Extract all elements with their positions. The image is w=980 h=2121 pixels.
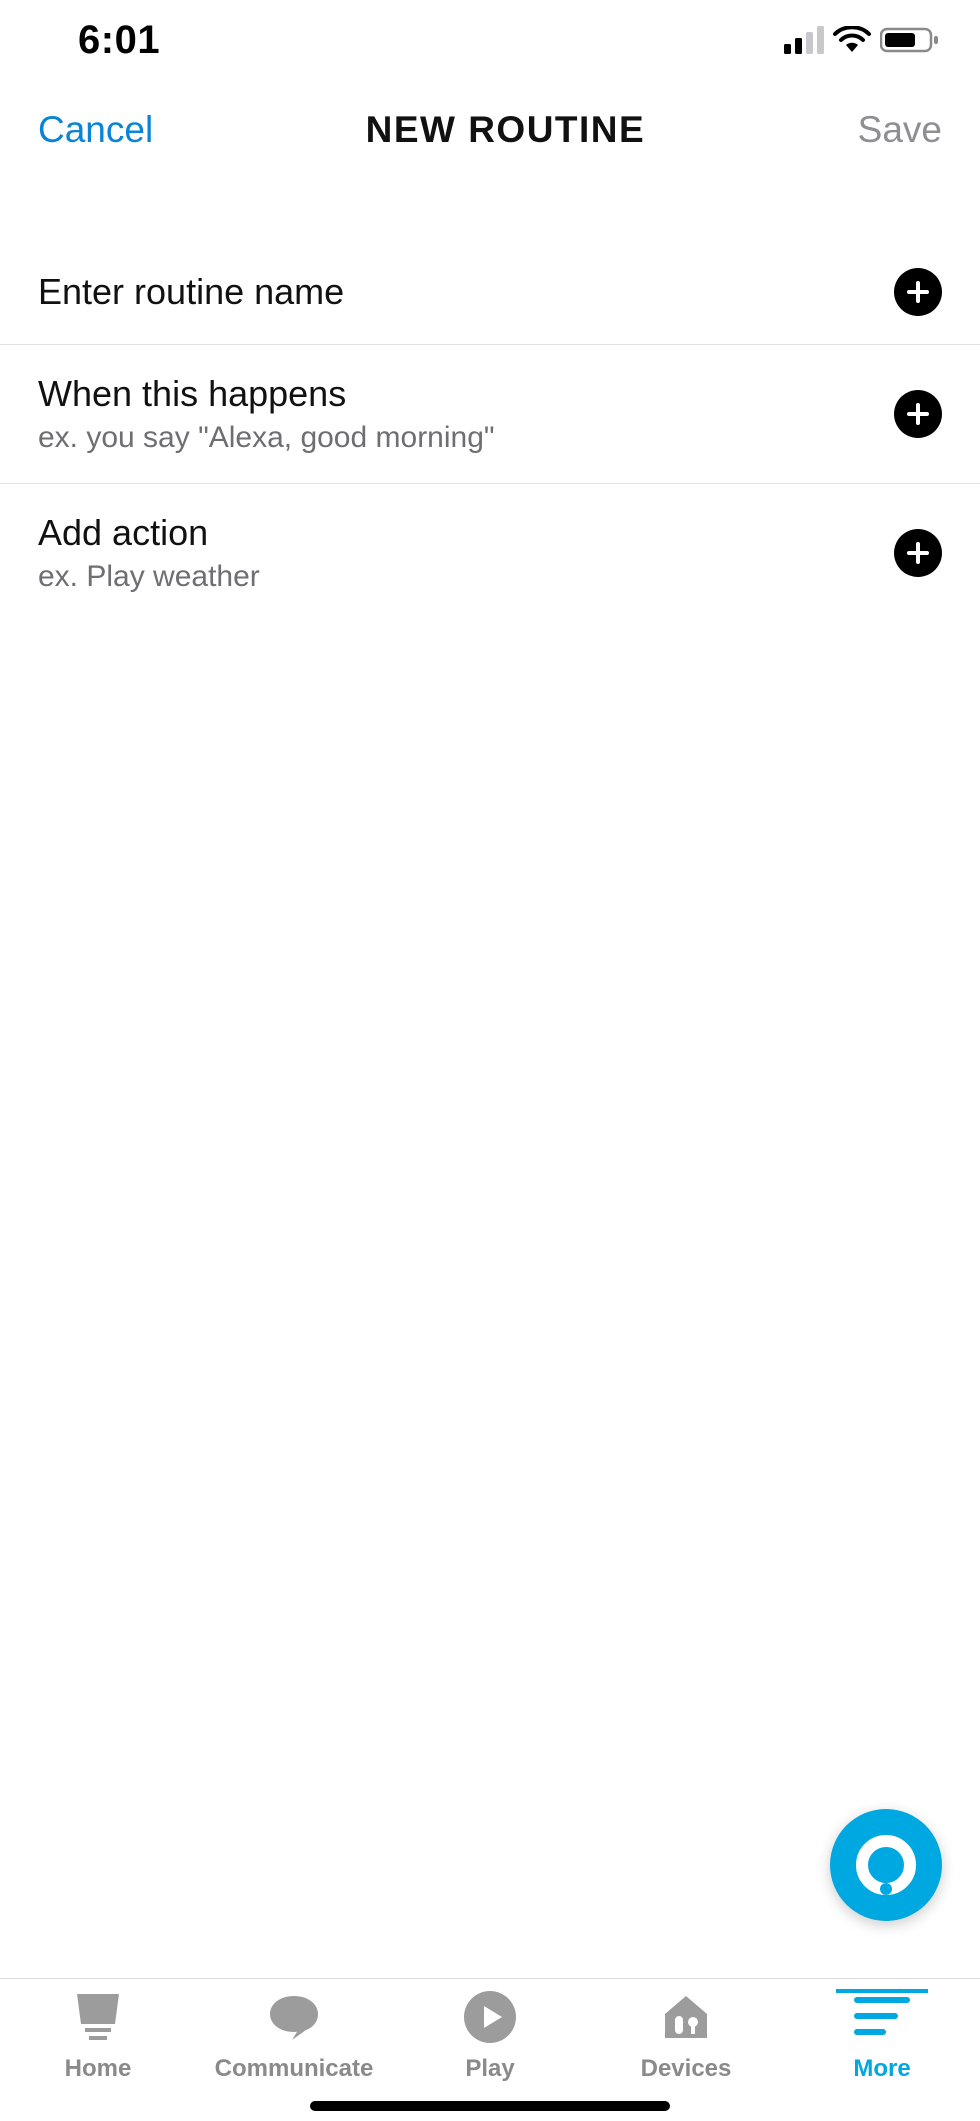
action-example: ex. Play weather	[38, 560, 260, 594]
trigger-label: When this happens	[38, 373, 495, 415]
alexa-ring-icon	[852, 1831, 920, 1899]
status-right	[784, 26, 940, 54]
plus-icon	[906, 402, 930, 426]
trigger-row[interactable]: When this happens ex. you say "Alexa, go…	[0, 345, 980, 484]
tab-communicate[interactable]: Communicate	[196, 1991, 392, 2083]
menu-icon	[854, 1997, 910, 2042]
plus-icon	[906, 541, 930, 565]
cellular-icon	[784, 26, 824, 54]
tab-home[interactable]: Home	[0, 1991, 196, 2083]
plus-icon	[906, 280, 930, 304]
tab-play-label: Play	[465, 2055, 514, 2083]
tab-play[interactable]: Play	[392, 1991, 588, 2083]
alexa-voice-button[interactable]	[830, 1809, 942, 1921]
tab-more-label: More	[853, 2055, 910, 2083]
add-trigger-button[interactable]	[894, 390, 942, 438]
tab-devices[interactable]: Devices	[588, 1991, 784, 2083]
content: Enter routine name When this happens ex.…	[0, 180, 980, 622]
save-button[interactable]: Save	[858, 109, 942, 151]
wifi-icon	[832, 26, 872, 54]
status-bar: 6:01	[0, 0, 980, 80]
action-label: Add action	[38, 512, 260, 554]
chat-icon	[268, 1994, 320, 2045]
nav-bar: Cancel NEW ROUTINE Save	[0, 80, 980, 180]
tab-home-label: Home	[65, 2055, 132, 2083]
add-action-button[interactable]	[894, 529, 942, 577]
battery-icon	[880, 26, 940, 54]
tab-devices-label: Devices	[641, 2055, 732, 2083]
tab-more[interactable]: More	[784, 1991, 980, 2083]
trigger-example: ex. you say "Alexa, good morning"	[38, 421, 495, 455]
tab-bar: Home Communicate Play	[0, 1978, 980, 2121]
home-indicator	[310, 2101, 670, 2111]
devices-icon	[661, 1992, 711, 2047]
play-icon	[464, 1991, 516, 2048]
tab-active-indicator	[836, 1989, 928, 1993]
action-row[interactable]: Add action ex. Play weather	[0, 484, 980, 622]
tab-communicate-label: Communicate	[215, 2055, 374, 2083]
page-title: NEW ROUTINE	[153, 109, 857, 151]
home-icon	[73, 1994, 123, 2045]
routine-name-row[interactable]: Enter routine name	[0, 240, 980, 345]
routine-name-label: Enter routine name	[38, 271, 344, 313]
add-name-button[interactable]	[894, 268, 942, 316]
cancel-button[interactable]: Cancel	[38, 109, 153, 151]
status-time: 6:01	[78, 18, 160, 63]
